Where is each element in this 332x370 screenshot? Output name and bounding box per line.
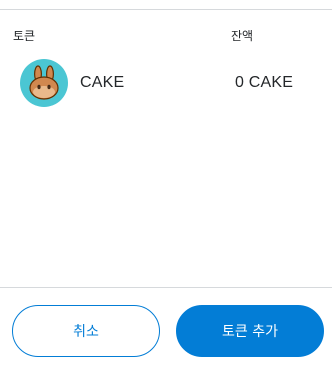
token-column-header: 토큰: [13, 29, 36, 43]
footer-divider: [0, 287, 332, 288]
add-token-button[interactable]: 토큰 추가: [176, 305, 324, 357]
cancel-button[interactable]: 취소: [12, 305, 160, 357]
token-row: CAKE 0 CAKE: [0, 58, 332, 108]
token-symbol: CAKE: [80, 74, 125, 91]
top-divider: [0, 9, 332, 10]
pancakeswap-bunny-icon: [20, 59, 68, 107]
balance-column-header: 잔액: [231, 29, 254, 43]
token-balance: 0 CAKE: [235, 74, 294, 91]
